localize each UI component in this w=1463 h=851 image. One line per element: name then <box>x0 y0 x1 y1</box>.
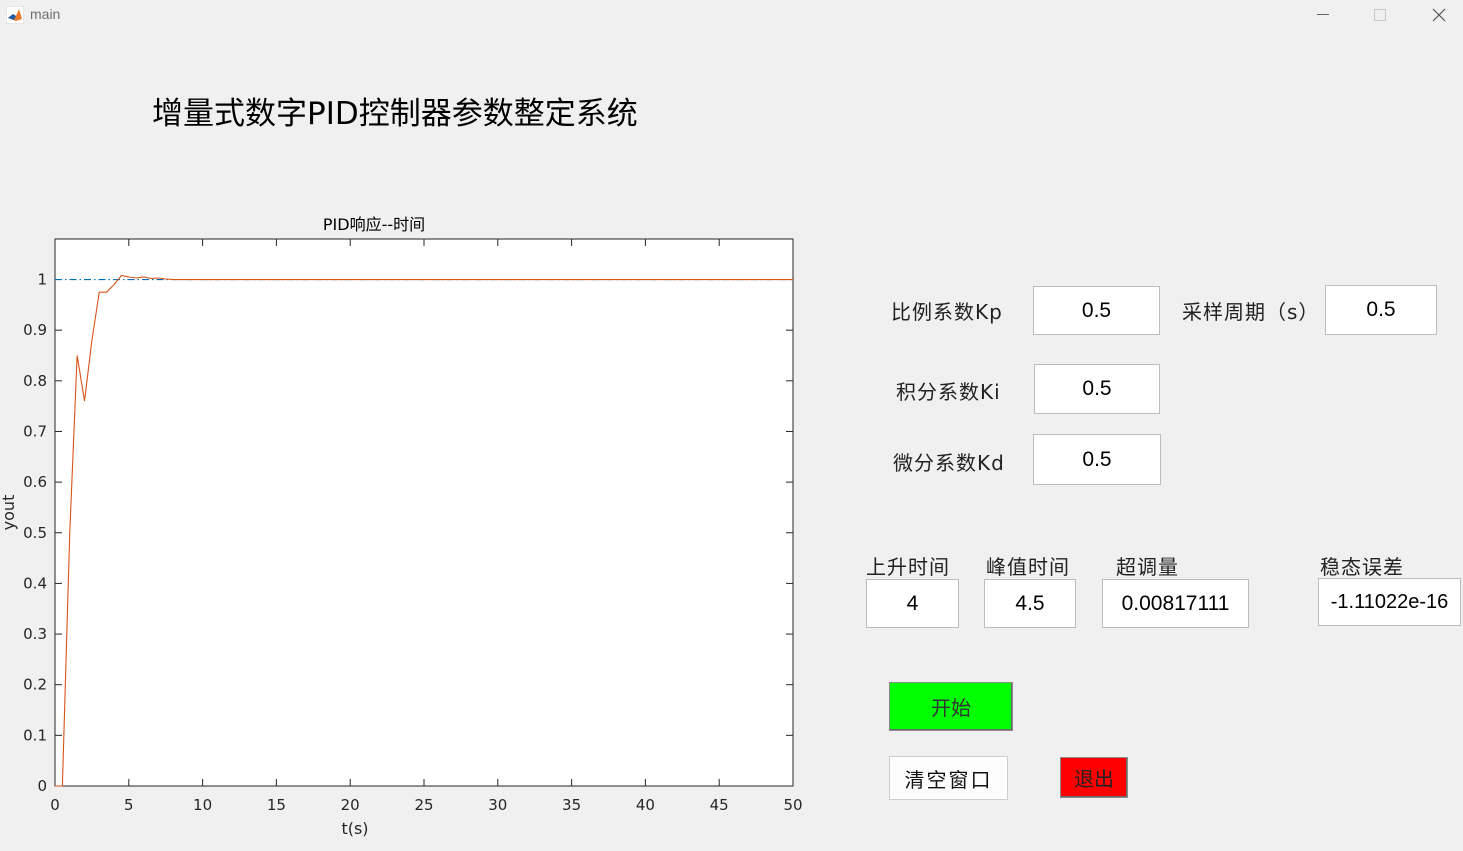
plot-title: PID响应--时间 <box>323 215 425 234</box>
y-tick-label: 0.7 <box>23 422 47 440</box>
rise-time-output: 4 <box>866 579 959 628</box>
plot-canvas: 0 5 10 15 20 25 30 35 40 45 50 0 0.1 0.2 0.3 0.4 0.5 0.6 0… <box>0 215 803 838</box>
y-tick-label: 0.5 <box>23 524 47 542</box>
start-button[interactable]: 开始 <box>889 682 1013 731</box>
x-tick-label: 35 <box>562 796 581 814</box>
x-tick-label: 50 <box>783 796 802 814</box>
sample-period-label: 采样周期（s） <box>1182 300 1320 324</box>
y-tick-label: 0 <box>37 777 47 795</box>
response-plot[interactable]: 0 5 10 15 20 25 30 35 40 45 50 0 0.1 0.2 0.3 0.4 0.5 0.6 0… <box>0 205 820 845</box>
x-tick-label: 5 <box>124 796 134 814</box>
y-tick-label: 1 <box>37 271 47 289</box>
window-title: main <box>30 6 61 22</box>
kp-input[interactable]: 0.5 <box>1033 286 1160 335</box>
peak-time-output: 4.5 <box>984 579 1076 628</box>
x-tick-label: 10 <box>193 796 212 814</box>
x-tick-label: 20 <box>341 796 360 814</box>
y-tick-label: 0.3 <box>23 625 47 643</box>
y-tick-label: 0.1 <box>23 726 47 744</box>
y-tick-label: 0.8 <box>23 372 47 390</box>
x-tick-label: 0 <box>50 796 60 814</box>
kp-label: 比例系数Kp <box>891 300 1003 324</box>
sample-period-input[interactable]: 0.5 <box>1325 285 1437 335</box>
steady-error-label: 稳态误差 <box>1320 555 1404 579</box>
window-titlebar: main <box>0 0 1463 32</box>
kd-label: 微分系数Kd <box>893 451 1005 475</box>
x-tick-label: 45 <box>710 796 729 814</box>
minimize-icon <box>1317 14 1329 15</box>
overshoot-label: 超调量 <box>1116 555 1179 579</box>
ki-input[interactable]: 0.5 <box>1034 364 1160 414</box>
x-tick-label: 30 <box>488 796 507 814</box>
x-axis-label: t(s) <box>341 819 368 838</box>
y-axis-label: yout <box>0 495 18 531</box>
rise-time-label: 上升时间 <box>866 555 950 579</box>
ki-label: 积分系数Ki <box>896 380 1001 404</box>
y-tick-label: 0.2 <box>23 676 47 694</box>
close-button[interactable] <box>1411 0 1463 30</box>
x-tick-label: 15 <box>267 796 286 814</box>
maximize-icon <box>1374 9 1386 21</box>
minimize-button[interactable] <box>1295 0 1353 30</box>
y-tick-label: 0.9 <box>23 321 47 339</box>
y-tick-label: 0.4 <box>23 574 47 592</box>
matlab-logo-icon <box>6 6 24 24</box>
overshoot-output: 0.00817111 <box>1102 579 1249 628</box>
maximize-button[interactable] <box>1352 0 1410 30</box>
app-title: 增量式数字PID控制器参数整定系统 <box>152 96 638 132</box>
plot-area <box>54 238 794 787</box>
x-tick-label: 40 <box>636 796 655 814</box>
y-tick-label: 0.6 <box>23 473 47 491</box>
x-tick-label: 25 <box>414 796 433 814</box>
kd-input[interactable]: 0.5 <box>1033 434 1161 485</box>
steady-error-output: -1.11022e-16 <box>1318 578 1461 626</box>
clear-window-button[interactable]: 清空窗口 <box>889 756 1008 800</box>
close-icon <box>1432 8 1446 22</box>
peak-time-label: 峰值时间 <box>986 555 1070 579</box>
exit-button[interactable]: 退出 <box>1060 757 1128 798</box>
